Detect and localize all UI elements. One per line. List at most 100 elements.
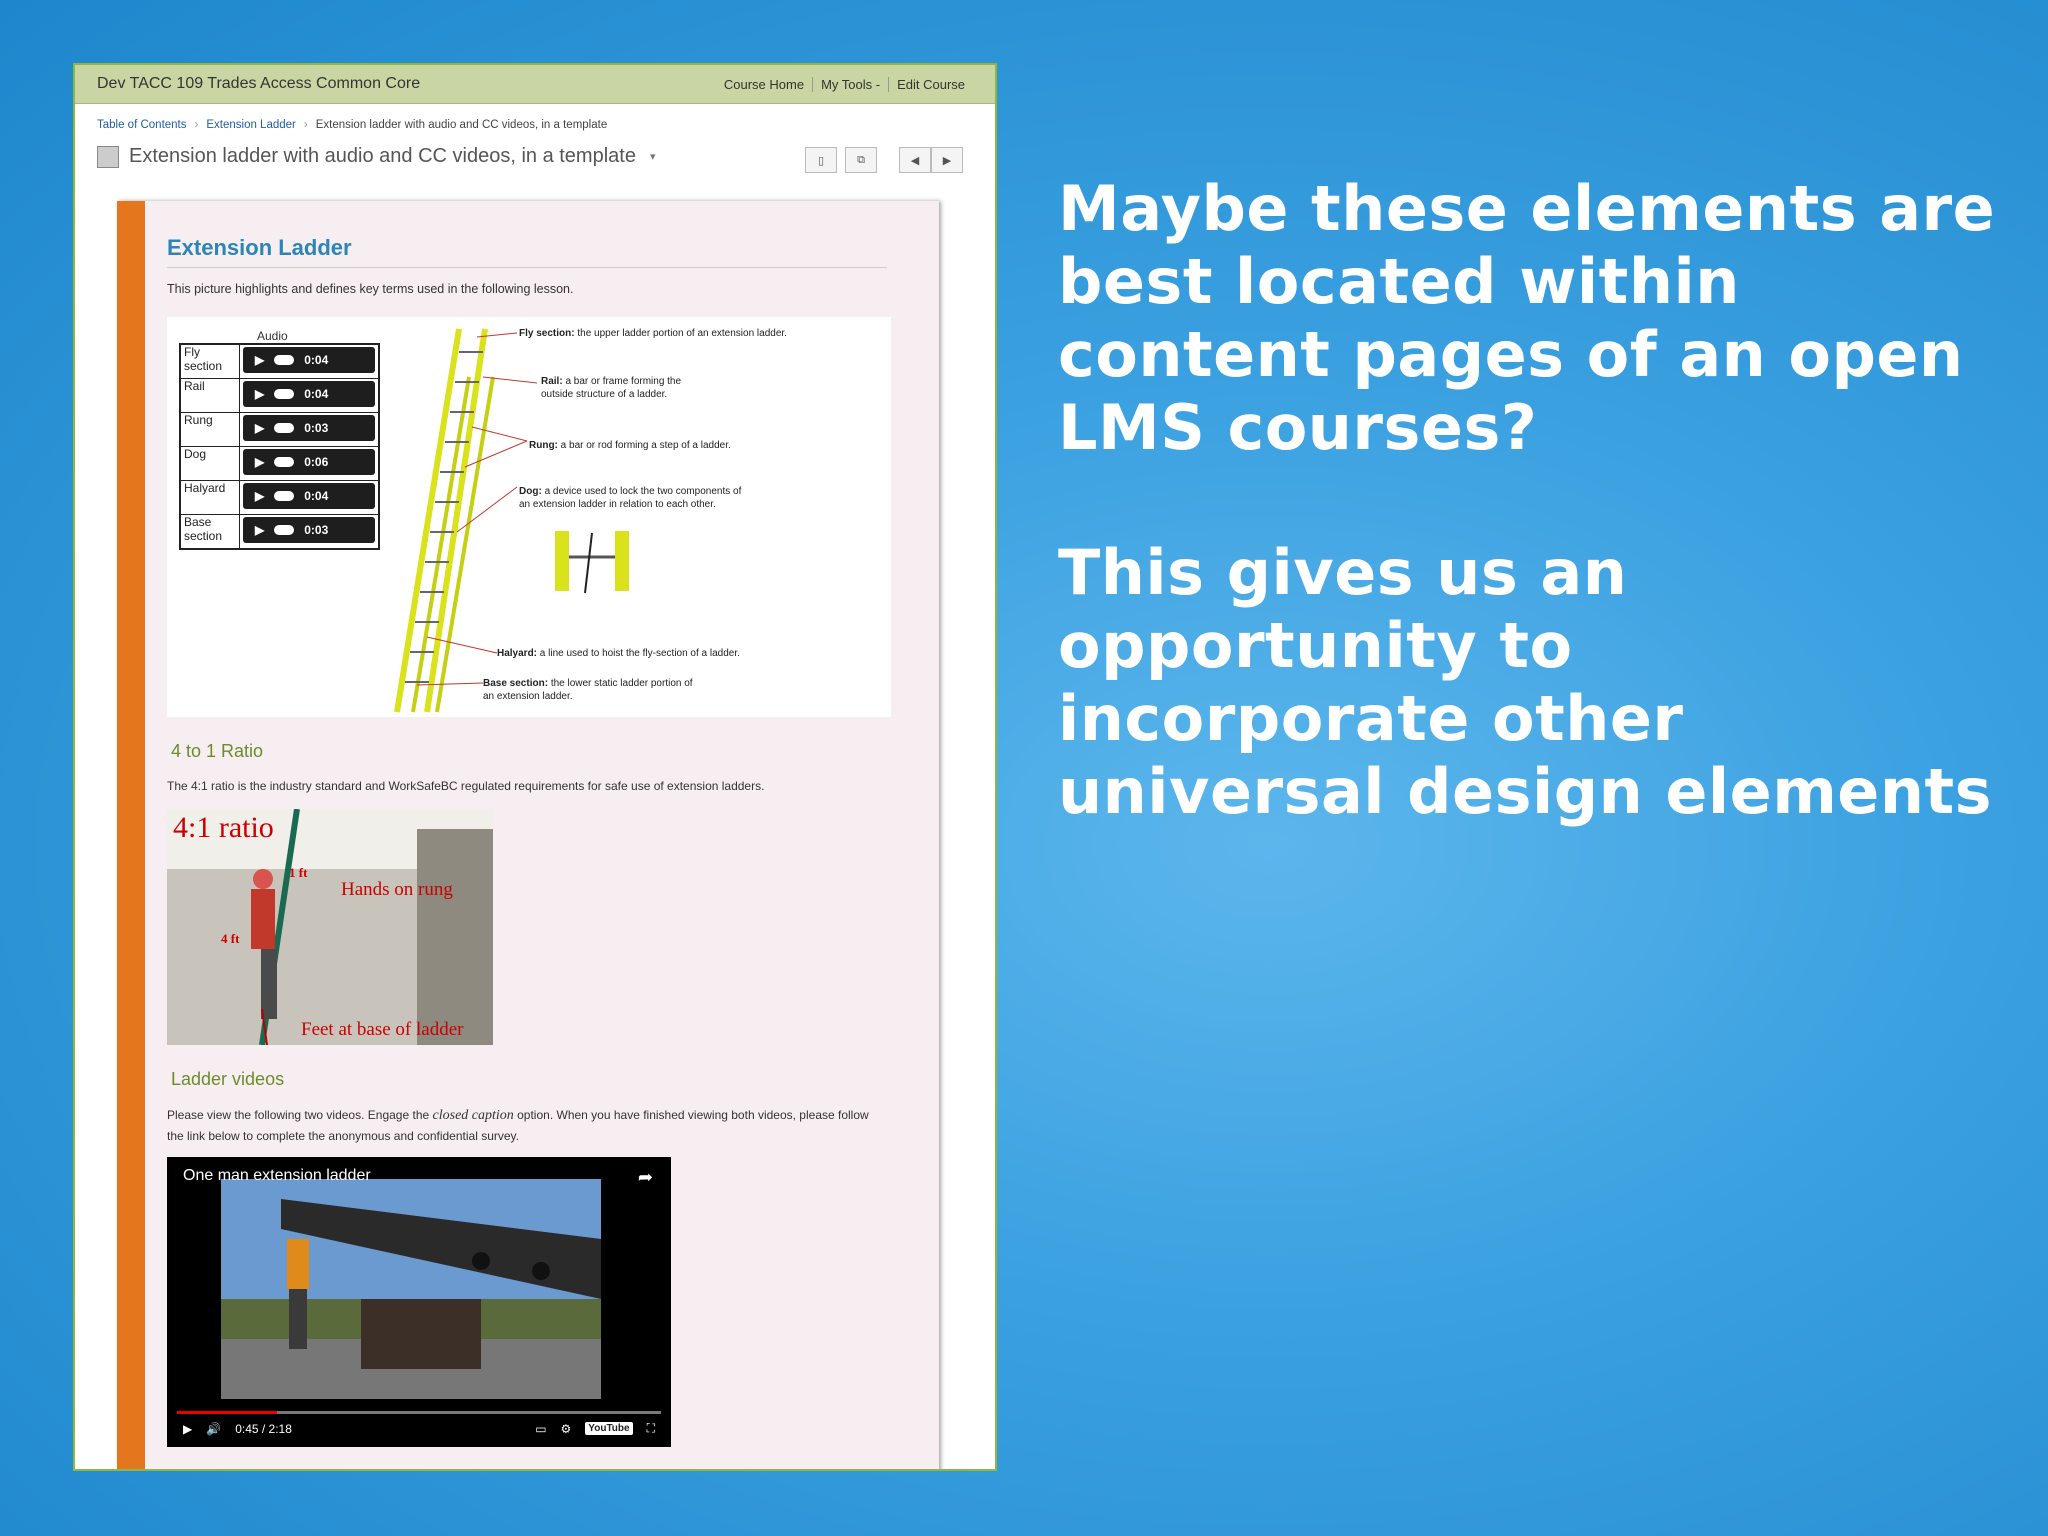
volume-slider[interactable]	[274, 355, 295, 365]
ratio-image: 4:1 ratio 1 ft 4 ft Hands on rung Feet a…	[167, 809, 493, 1045]
videos-text: Please view the following two videos. En…	[167, 1108, 869, 1143]
page-heading: Extension ladder with audio and CC video…	[97, 145, 656, 168]
breadcrumb-current: Extension ladder with audio and CC video…	[315, 119, 608, 131]
audio-row: Base section ▶ 0:03	[179, 514, 380, 550]
audio-row: Dog ▶ 0:06	[179, 446, 380, 481]
youtube-logo[interactable]: YouTube	[585, 1422, 633, 1435]
callout-base: Base section: the lower static ladder po…	[483, 678, 693, 702]
lms-topbar: Dev TACC 109 Trades Access Common Core C…	[75, 65, 995, 104]
page-title: Extension ladder with audio and CC video…	[129, 145, 636, 167]
video-time: 0:45 / 2:18	[235, 1421, 292, 1436]
nav-course-home[interactable]: Course Home	[716, 77, 812, 92]
chevron-right-icon: ›	[303, 119, 308, 131]
slide-paragraph-1: Maybe these elements are best located wi…	[1058, 172, 1996, 464]
audio-row: Rail ▶ 0:04	[179, 378, 380, 413]
audio-player[interactable]: ▶ 0:03	[239, 412, 380, 447]
captions-icon[interactable]: ▭	[535, 1422, 546, 1436]
ratio-image-1ft: 1 ft	[289, 865, 308, 880]
audio-time: 0:03	[304, 421, 329, 435]
video-controls: ▶ 🔊 0:45 / 2:18 ▭ ⚙ YouTube ⛶	[183, 1421, 655, 1436]
play-icon[interactable]: ▶	[183, 1422, 192, 1436]
volume-icon[interactable]: 🔊	[206, 1422, 221, 1436]
callout-halyard: Halyard: a line used to hoist the fly-se…	[497, 648, 740, 659]
audio-player[interactable]: ▶ 0:06	[239, 446, 380, 481]
audio-row: Halyard ▶ 0:04	[179, 480, 380, 515]
ladder-figure: Audio Fly section ▶ 0:04 Rail ▶ 0:04 Rung …	[167, 317, 891, 717]
breadcrumb: Table of Contents › Extension Ladder › Exten…	[97, 119, 607, 131]
volume-slider[interactable]	[274, 423, 295, 433]
ratio-text: The 4:1 ratio is the industry standard a…	[167, 779, 765, 793]
volume-slider[interactable]	[274, 491, 295, 501]
play-icon[interactable]: ▶	[255, 387, 264, 401]
ratio-image-feet: Feet at base of ladder	[301, 1019, 464, 1040]
audio-time: 0:04	[304, 387, 329, 401]
audio-label: Base section	[179, 514, 240, 550]
bookmark-icon[interactable]: ▯	[805, 147, 837, 173]
volume-slider[interactable]	[274, 525, 295, 535]
play-icon[interactable]: ▶	[255, 421, 264, 435]
play-icon[interactable]: ▶	[255, 353, 264, 367]
audio-player[interactable]: ▶ 0:03	[239, 514, 380, 550]
share-icon[interactable]: ➦	[638, 1167, 653, 1188]
slide-text: Maybe these elements are best located wi…	[1058, 172, 1998, 828]
audio-header: Audio	[257, 329, 288, 343]
fullscreen-icon[interactable]: ⛶	[647, 1421, 655, 1436]
audio-time: 0:04	[304, 353, 329, 367]
ratio-image-hands: Hands on rung	[341, 879, 453, 900]
callout-rail: Rail: a bar or frame forming the outside…	[541, 376, 682, 400]
audio-row: Rung ▶ 0:03	[179, 412, 380, 447]
top-nav: Course Home My Tools - Edit Course	[716, 76, 973, 92]
content-body: Extension Ladder This picture highlights…	[167, 201, 891, 1447]
lms-screenshot: Dev TACC 109 Trades Access Common Core C…	[73, 63, 997, 1471]
gear-icon[interactable]: ⚙	[561, 1422, 572, 1436]
callout-fly: Fly section: the upper ladder portion of…	[519, 328, 787, 339]
audio-label: Rung	[179, 412, 240, 447]
content-frame: Extension Ladder This picture highlights…	[117, 201, 939, 1469]
audio-time: 0:03	[304, 523, 329, 537]
video-progress-fill	[177, 1411, 277, 1414]
previous-icon[interactable]: ◀	[899, 147, 931, 173]
play-icon[interactable]: ▶	[255, 523, 264, 537]
audio-label: Fly section	[179, 343, 240, 379]
page-icon	[97, 145, 119, 168]
page-toolbar: ▯ ⧉ ◀ ▶	[805, 147, 963, 173]
audio-player[interactable]: ▶ 0:04	[239, 343, 380, 379]
videos-heading: Ladder videos	[171, 1069, 285, 1089]
video-title[interactable]: One man extension ladder	[183, 1167, 371, 1185]
ratio-image-4ft: 4 ft	[221, 931, 240, 946]
chevron-right-icon: ›	[194, 119, 199, 131]
content-title: Extension Ladder	[167, 235, 887, 268]
next-icon[interactable]: ▶	[931, 147, 963, 173]
audio-label: Halyard	[179, 480, 240, 515]
course-title[interactable]: Dev TACC 109 Trades Access Common Core	[97, 75, 420, 93]
video-frame	[221, 1179, 601, 1399]
audio-label: Dog	[179, 446, 240, 481]
audio-time: 0:04	[304, 489, 329, 503]
audio-player[interactable]: ▶ 0:04	[239, 480, 380, 515]
video-progress[interactable]	[177, 1411, 661, 1414]
ratio-image-title: 4:1 ratio	[173, 811, 274, 844]
callout-dog: Dog: a device used to lock the two compo…	[519, 486, 742, 510]
audio-player[interactable]: ▶ 0:04	[239, 378, 380, 413]
breadcrumb-extension-ladder[interactable]: Extension Ladder	[206, 119, 296, 131]
callout-rung: Rung: a bar or rod forming a step of a l…	[529, 440, 731, 451]
nav-edit-course[interactable]: Edit Course	[888, 76, 973, 92]
new-window-icon[interactable]: ⧉	[845, 147, 877, 173]
video-player[interactable]: One man extension ladder ➦ ▶ 🔊 0:45 / 2:…	[167, 1157, 671, 1447]
chevron-down-icon[interactable]: ▾	[650, 150, 656, 163]
play-icon[interactable]: ▶	[255, 489, 264, 503]
volume-slider[interactable]	[274, 457, 295, 467]
audio-label: Rail	[179, 378, 240, 413]
breadcrumb-toc[interactable]: Table of Contents	[97, 119, 187, 131]
volume-slider[interactable]	[274, 389, 295, 399]
play-icon[interactable]: ▶	[255, 455, 264, 469]
intro-text: This picture highlights and defines key …	[167, 282, 574, 296]
accent-bar	[117, 201, 145, 1469]
audio-table: Fly section ▶ 0:04 Rail ▶ 0:04 Rung ▶ 0:03 …	[179, 343, 380, 550]
audio-row: Fly section ▶ 0:04	[179, 343, 380, 379]
nav-my-tools[interactable]: My Tools -	[812, 76, 888, 92]
ratio-heading: 4 to 1 Ratio	[171, 741, 264, 761]
audio-time: 0:06	[304, 455, 329, 469]
dog-detail	[555, 531, 629, 594]
slide-paragraph-2: This gives us an opportunity to incorpor…	[1058, 536, 1993, 828]
